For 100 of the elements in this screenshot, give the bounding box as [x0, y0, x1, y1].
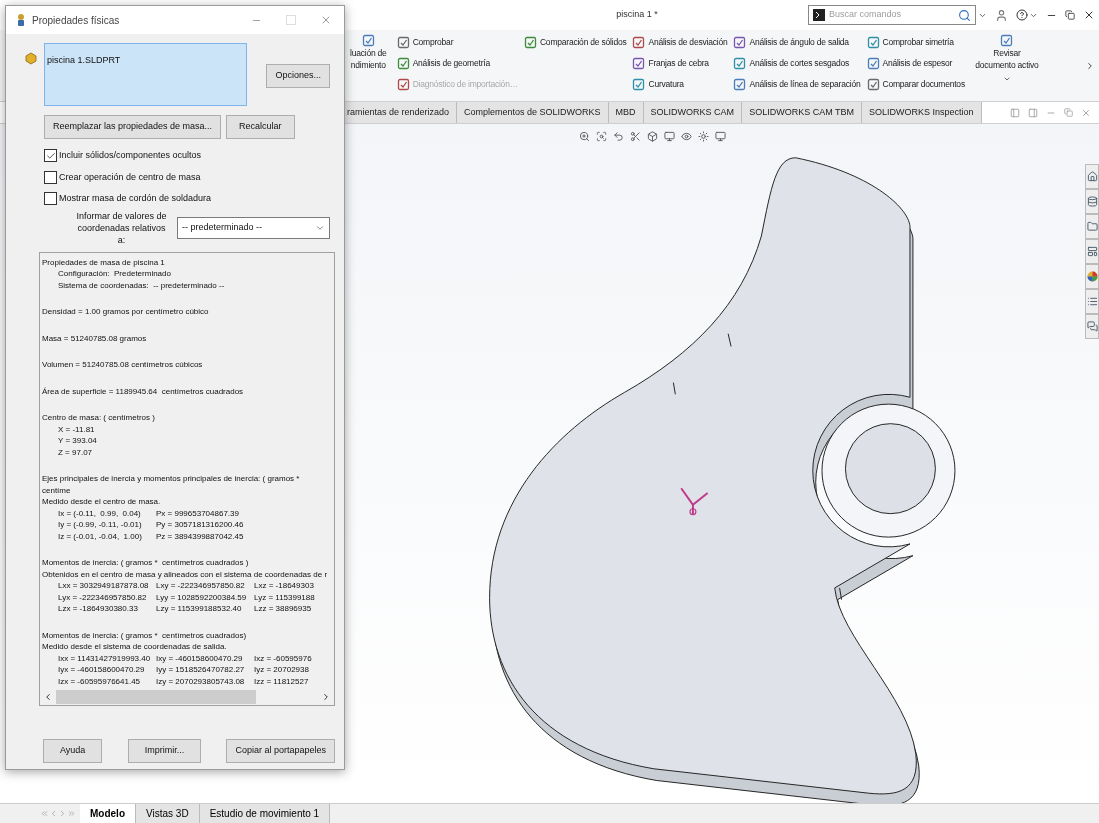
- result-value: Ix = (-0.11, 0.99, 0.04): [58, 507, 142, 519]
- monitor-icon[interactable]: [715, 130, 726, 142]
- ribbon-large-button[interactable]: luación de ndimiento: [346, 30, 391, 101]
- list-item[interactable]: piscina 1.SLDPRT: [47, 55, 121, 65]
- dialog-button[interactable]: Copiar al portapapeles: [226, 739, 335, 763]
- checkbox-label: Mostrar masa de cordón de soldadura: [59, 192, 212, 205]
- checkbox[interactable]: [44, 149, 57, 163]
- checkbox-label: Incluir sólidos/componentes ocultos: [59, 149, 202, 162]
- command-tab[interactable]: MBD: [608, 102, 644, 123]
- checkbox[interactable]: [44, 170, 57, 184]
- ribbon-button[interactable]: Análisis de desviación: [632, 34, 728, 51]
- command-tab[interactable]: Complementos de SOLIDWORKS: [457, 102, 609, 123]
- replace-mass-button[interactable]: Reemplazar las propiedades de masa...: [44, 115, 222, 139]
- ribbon-button[interactable]: Análisis de cortes sesgados: [733, 55, 861, 72]
- ribbon-button[interactable]: Análisis de ángulo de salida: [733, 34, 861, 51]
- window-title: piscina 1 *: [615, 8, 659, 22]
- undo-arrow-icon[interactable]: [613, 130, 624, 142]
- scroll-left-icon[interactable]: [43, 692, 53, 702]
- caret-icon: [1002, 75, 1011, 83]
- tool-icon: [396, 57, 410, 70]
- selection-list[interactable]: piscina 1.SLDPRT: [44, 43, 247, 106]
- result-value: Lzz = 38896935: [254, 603, 313, 615]
- more-chevron-icon[interactable]: [1085, 60, 1095, 71]
- restore-icon[interactable]: [1065, 10, 1075, 20]
- list-icon[interactable]: [1086, 296, 1098, 307]
- command-tab[interactable]: SOLIDWORKS CAM TBM: [742, 102, 862, 123]
- dialog-button[interactable]: Ayuda: [43, 739, 103, 763]
- result-value: Lzy = 115399188532.40: [156, 603, 243, 615]
- ribbon-button[interactable]: Análisis de línea de separación: [733, 76, 861, 93]
- result-value: Lxx = 3032949187878.08: [58, 580, 150, 592]
- coordinate-triad-icon: [680, 487, 709, 516]
- tool-icon: [733, 57, 747, 70]
- ribbon-button[interactable]: Análisis de espesor: [866, 55, 965, 72]
- eye-icon[interactable]: [681, 130, 692, 142]
- result-line: Y = 393.04: [58, 436, 97, 445]
- tool-icon: [396, 78, 410, 91]
- monitor-icon[interactable]: [664, 130, 675, 142]
- user-icon[interactable]: [995, 8, 1008, 22]
- scissors-icon[interactable]: [630, 130, 641, 142]
- result-value: Izx = -60595976641.45: [58, 675, 142, 687]
- result-heading: Masa = 51240785.08 gramos: [42, 333, 147, 343]
- search-field[interactable]: Buscar comandos: [829, 8, 954, 22]
- checkbox[interactable]: [44, 192, 57, 206]
- tool-icon: [632, 78, 646, 91]
- result-heading: Ejes principales de inercia y momentos principales de inercia: ( gramos * centíme: [42, 474, 301, 495]
- ribbon-button[interactable]: Comparar documentos: [866, 76, 965, 93]
- model-tab[interactable]: Modelo: [80, 804, 136, 823]
- result-value: Lyz = 115399188: [254, 591, 316, 603]
- model-tab[interactable]: Vistas 3D: [136, 804, 200, 823]
- zoom-in-icon[interactable]: [579, 130, 590, 142]
- ribbon-button[interactable]: Comprobar: [396, 34, 518, 51]
- help-icon[interactable]: [1016, 9, 1028, 21]
- command-tab[interactable]: SOLIDWORKS CAM: [643, 102, 743, 123]
- maximize-icon: [286, 15, 296, 25]
- scroll-right-icon[interactable]: [321, 692, 331, 702]
- ribbon-large-button[interactable]: Revisar documento activo: [970, 30, 1043, 101]
- tool-icon: [866, 57, 880, 70]
- ribbon-button[interactable]: Análisis de geometría: [396, 55, 518, 72]
- options-button[interactable]: Opciones...: [266, 64, 330, 88]
- search-box[interactable]: Buscar comandos: [808, 5, 976, 25]
- tool-icon: [733, 36, 747, 49]
- recalculate-button[interactable]: Recalcular: [226, 115, 295, 139]
- tool-icon: [632, 57, 646, 70]
- zoom-area-icon[interactable]: [596, 130, 607, 142]
- command-prompt-icon: [813, 9, 825, 21]
- command-tab[interactable]: SOLIDWORKS Inspection: [862, 102, 982, 123]
- close-icon[interactable]: [1083, 9, 1095, 21]
- checkbox-label: Crear operación de centro de masa: [59, 170, 201, 184]
- tool-icon: [866, 36, 880, 49]
- result-value: Ixy = -460158600470.29: [156, 652, 244, 664]
- ribbon-button[interactable]: Franjas de cebra: [632, 55, 728, 72]
- tool-icon: [361, 34, 375, 47]
- result-heading: Centro de masa: ( centímetros ): [42, 413, 155, 422]
- result-value: Ixz = -60595976: [254, 652, 313, 664]
- ribbon-button[interactable]: Comprobar simetría: [866, 34, 965, 51]
- result-line: Medido desde el sistema de coordenadas de salida.: [42, 642, 227, 651]
- ribbon-button[interactable]: Curvatura: [632, 76, 728, 93]
- house-icon[interactable]: [1086, 171, 1098, 182]
- search-icon[interactable]: [958, 8, 971, 22]
- folder-icon[interactable]: [1086, 221, 1098, 232]
- result-line: Medido desde el centro de masa.: [42, 497, 161, 506]
- result-heading: Densidad = 1.00 gramos por centímetro cúbico: [42, 307, 209, 316]
- coordinate-select[interactable]: -- predeterminado --: [177, 216, 330, 239]
- dialog-title: Propiedades físicas: [32, 13, 121, 28]
- sun-icon[interactable]: [698, 130, 709, 142]
- result-heading: Momentos de inercia: ( gramos * centímetros cuadrados): [42, 630, 247, 640]
- layout-icon[interactable]: [1086, 246, 1098, 257]
- result-value: Lyy = 1028592200384.59: [156, 591, 248, 603]
- cylinder-icon[interactable]: [1086, 196, 1098, 207]
- check-icon: [45, 150, 56, 161]
- result-heading: Propiedades de masa de piscina 1: [42, 257, 165, 267]
- model-tab[interactable]: Estudio de movimiento 1: [199, 804, 331, 823]
- color-ball-icon[interactable]: [1086, 271, 1098, 282]
- chat-bubbles-icon[interactable]: [1086, 321, 1098, 332]
- result-value: Iy = (-0.99, -0.11, -0.01): [58, 519, 143, 531]
- result-value: Lxz = -18649303: [254, 580, 315, 592]
- cube-icon[interactable]: [647, 130, 658, 142]
- ribbon-button[interactable]: Comparación de sólidos: [523, 34, 627, 51]
- result-value: Izz = 11812527: [254, 675, 310, 687]
- dialog-button[interactable]: Imprimir...: [127, 739, 202, 763]
